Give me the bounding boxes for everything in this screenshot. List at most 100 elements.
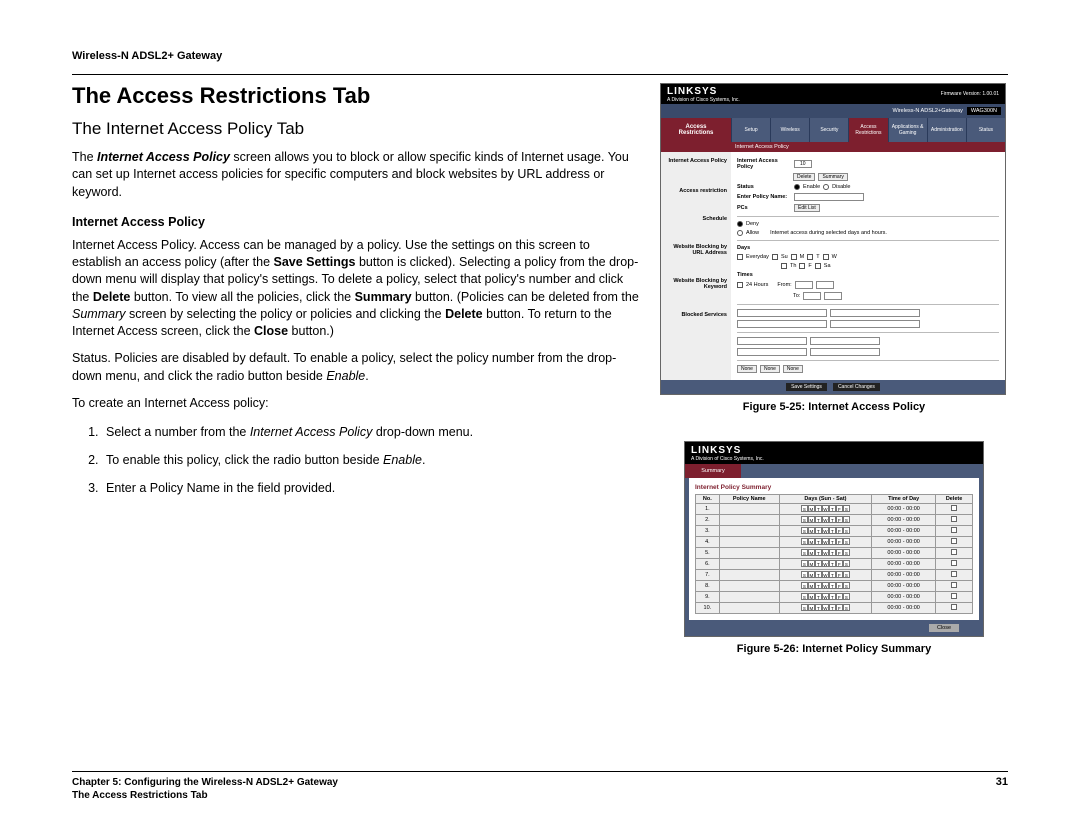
step-3: Enter a Policy Name in the field provide… (102, 478, 642, 498)
page-number: 31 (996, 776, 1008, 802)
fig25-d2: T (816, 254, 819, 260)
fig25-deny-radio[interactable] (737, 221, 743, 227)
delete-checkbox[interactable] (951, 571, 957, 577)
delete-checkbox[interactable] (951, 604, 957, 610)
fig25-m-chk[interactable] (791, 254, 797, 260)
fig25-delete-button[interactable]: Delete (793, 173, 815, 181)
fig25-kw3[interactable] (737, 348, 807, 356)
table-row: 4.SMTWTFS00:00 - 00:00 (696, 537, 973, 548)
row-days: SMTWTFS (779, 526, 871, 537)
fig25-su-chk[interactable] (772, 254, 778, 260)
fig25-th-chk[interactable] (781, 263, 787, 269)
fig25-kw2[interactable] (810, 337, 880, 345)
row-pname (719, 570, 779, 581)
fig25-disable-radio[interactable] (823, 184, 829, 190)
fig26-close-button[interactable]: Close (929, 624, 959, 632)
fig25-url4[interactable] (830, 320, 920, 328)
fig25-side-title: Access Restrictions (661, 118, 731, 142)
ps-b: Enable (326, 369, 365, 383)
fig25-from-dd2[interactable] (816, 281, 834, 289)
fig25-enable: Enable (803, 184, 820, 190)
fig25-tab-admin[interactable]: Administration (927, 118, 966, 142)
delete-checkbox[interactable] (951, 538, 957, 544)
figure-5-26: LINKSYS A Division of Cisco Systems, Inc… (684, 441, 984, 637)
fig25-allow-radio[interactable] (737, 230, 743, 236)
fig25-lbl-bs: Blocked Services (661, 312, 727, 318)
row-time: 00:00 - 00:00 (872, 504, 936, 515)
steps-list: Select a number from the Internet Access… (102, 422, 642, 498)
fig25-everyday-chk[interactable] (737, 254, 743, 260)
figure-5-25-caption: Figure 5-25: Internet Access Policy (660, 401, 1008, 413)
fig25-deny-txt: Internet access during selected days and… (770, 230, 887, 236)
fig25-svc3[interactable]: None (783, 365, 803, 373)
fig25-enable-radio[interactable] (794, 184, 800, 190)
fig26-h4: Delete (936, 495, 973, 504)
fig25-firmware: Firmware Version: 1.00.01 (941, 91, 999, 97)
fig25-tab-access[interactable]: Access Restrictions (848, 118, 887, 142)
fig25-footer: Save Settings Cancel Changes (661, 380, 1005, 394)
delete-checkbox[interactable] (951, 582, 957, 588)
fig25-tab-security[interactable]: Security (809, 118, 848, 142)
fig25-summary-button[interactable]: Summary (818, 173, 847, 181)
row-pname (719, 504, 779, 515)
create-paragraph: To create an Internet Access policy: (72, 395, 642, 412)
delete-checkbox[interactable] (951, 549, 957, 555)
row-time: 00:00 - 00:00 (872, 603, 936, 614)
fig25-tab-wireless[interactable]: Wireless (770, 118, 809, 142)
fig25-d5: F (808, 263, 811, 269)
s1a: Select a number from the (106, 425, 250, 439)
fig26-h3: Time of Day (872, 495, 936, 504)
fig25-lbl-url: Website Blocking by URL Address (661, 244, 727, 256)
row-days: SMTWTFS (779, 581, 871, 592)
footer-section: The Access Restrictions Tab (72, 789, 338, 802)
fig25-w-chk[interactable] (823, 254, 829, 260)
row-num: 4. (696, 537, 720, 548)
fig25-from: From: (777, 282, 791, 288)
fig25-24h-chk[interactable] (737, 282, 743, 288)
delete-checkbox[interactable] (951, 593, 957, 599)
fig25-url1[interactable] (737, 309, 827, 317)
row-delete (936, 559, 973, 570)
fig25-sa-chk[interactable] (815, 263, 821, 269)
fig25-svc2[interactable]: None (760, 365, 780, 373)
fig25-kw1[interactable] (737, 337, 807, 345)
fig25-to: To: (793, 293, 800, 299)
fig25-tab-apps[interactable]: Applications & Gaming (888, 118, 927, 142)
fig25-tab-setup[interactable]: Setup (731, 118, 770, 142)
fig25-editlist-button[interactable]: Edit List (794, 204, 820, 212)
fig25-url3[interactable] (737, 320, 827, 328)
fig25-from-dd[interactable] (795, 281, 813, 289)
fig26-brand-sub: A Division of Cisco Systems, Inc. (691, 456, 977, 462)
fig25-tabs: Setup Wireless Security Access Restricti… (731, 118, 1005, 142)
row-num: 3. (696, 526, 720, 537)
delete-checkbox[interactable] (951, 560, 957, 566)
row-time: 00:00 - 00:00 (872, 581, 936, 592)
fig25-name-input[interactable] (794, 193, 864, 201)
row-time: 00:00 - 00:00 (872, 559, 936, 570)
fig25-svc1[interactable]: None (737, 365, 757, 373)
fig26-h1: Policy Name (719, 495, 779, 504)
row-pname (719, 559, 779, 570)
row-time: 00:00 - 00:00 (872, 515, 936, 526)
fig25-model: WAG300N (967, 107, 1001, 115)
delete-checkbox[interactable] (951, 527, 957, 533)
table-row: 5.SMTWTFS00:00 - 00:00 (696, 548, 973, 559)
fig25-f-chk[interactable] (799, 263, 805, 269)
pp-b: Save Settings (274, 255, 356, 269)
fig25-url2[interactable] (830, 309, 920, 317)
fig25-t-chk[interactable] (807, 254, 813, 260)
fig25-kw4[interactable] (810, 348, 880, 356)
fig25-times-lbl: Times (737, 272, 753, 278)
figure-5-25: LINKSYS A Division of Cisco Systems, Inc… (660, 83, 1006, 395)
fig25-cancel-button[interactable]: Cancel Changes (833, 383, 880, 391)
delete-checkbox[interactable] (951, 505, 957, 511)
fig25-to-dd2[interactable] (824, 292, 842, 300)
fig25-titlebar: LINKSYS A Division of Cisco Systems, Inc… (661, 84, 1005, 104)
row-days: SMTWTFS (779, 515, 871, 526)
fig25-tab-status[interactable]: Status (966, 118, 1005, 142)
fig25-lbl-sched: Schedule (661, 216, 727, 222)
fig25-save-button[interactable]: Save Settings (786, 383, 827, 391)
fig25-to-dd[interactable] (803, 292, 821, 300)
delete-checkbox[interactable] (951, 516, 957, 522)
pp-j: Delete (445, 307, 483, 321)
